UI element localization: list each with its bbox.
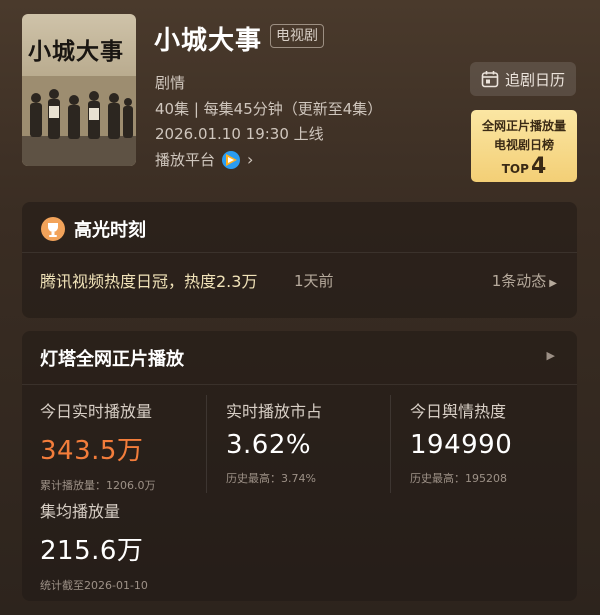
genre-text: 剧情 (155, 74, 186, 92)
stat-sub: 历史最高：3.74% (226, 472, 316, 485)
drama-calendar-button[interactable]: 追剧日历 (470, 62, 576, 96)
highlight-card: 高光时刻 腾讯视频热度日冠，热度2.3万 1天前 1条动态 ▶ (22, 202, 577, 318)
divider (22, 384, 577, 385)
stats-card: 灯塔全网正片播放 ▶ 今日实时播放量 343.5万 累计播放量：1206.0万 … (22, 331, 577, 601)
show-poster[interactable]: 小城大事 (22, 14, 136, 166)
stat-value: 215.6万 (40, 536, 144, 566)
dynamics-link[interactable]: 1条动态 ▶ (492, 270, 557, 291)
type-badge: 电视剧 (270, 24, 324, 48)
highlight-news-text[interactable]: 腾讯视频热度日冠，热度2.3万 (40, 268, 257, 292)
stats-title[interactable]: 灯塔全网正片播放 (40, 345, 184, 371)
triangle-right-icon: ▶ (549, 278, 557, 289)
stat-value: 343.5万 (40, 436, 144, 466)
stat-label: 实时播放市占 (226, 402, 323, 421)
highlight-title: 高光时刻 (74, 220, 146, 241)
stat-sub: 统计截至2026-01-10 (40, 579, 148, 592)
stat-daily-plays: 今日实时播放量 343.5万 累计播放量：1206.0万 (40, 398, 156, 493)
rank-line2: 电视剧日榜 (493, 138, 554, 152)
rank-top-label: TOP (501, 162, 529, 176)
tencent-video-icon (222, 150, 241, 169)
chevron-right-icon: › (247, 150, 254, 169)
divider (22, 252, 577, 253)
stat-public-opinion: 今日舆情热度 194990 历史最高：195208 (410, 398, 512, 486)
platform-row[interactable]: 播放平台 › (155, 149, 253, 170)
stat-market-share: 实时播放市占 3.62% 历史最高：3.74% (226, 398, 322, 486)
vertical-divider (390, 395, 391, 493)
trophy-icon (41, 217, 65, 241)
dynamics-label: 1条动态 (491, 272, 547, 290)
stat-label: 今日实时播放量 (40, 402, 153, 421)
rank-card[interactable]: 全网正片播放量 电视剧日榜 TOP 4 (471, 110, 577, 182)
stat-value: 194990 (410, 430, 513, 460)
rank-number: 4 (530, 154, 547, 179)
calendar-icon (481, 71, 499, 88)
stat-label: 集均播放量 (40, 502, 121, 521)
poster-cast-image (22, 76, 136, 166)
stat-sub: 历史最高：195208 (410, 472, 507, 485)
stat-label: 今日舆情热度 (410, 402, 507, 421)
show-title: 小城大事 (154, 26, 263, 56)
air-time-text: 2026.01.10 19:30 上线 (155, 125, 324, 143)
stat-sub: 累计播放量：1206.0万 (40, 479, 156, 492)
rank-line1: 全网正片播放量 (481, 119, 566, 133)
vertical-divider (206, 395, 207, 493)
highlight-time: 1天前 (294, 272, 334, 290)
triangle-right-icon[interactable]: ▶ (547, 349, 555, 362)
platform-label: 播放平台 (155, 151, 216, 169)
stat-value: 3.62% (226, 430, 312, 460)
episodes-text: 40集 | 每集45分钟（更新至4集） (155, 100, 383, 118)
stat-avg-per-episode: 集均播放量 215.6万 统计截至2026-01-10 (40, 498, 148, 593)
calendar-button-label: 追剧日历 (504, 70, 565, 89)
poster-title: 小城大事 (28, 38, 124, 65)
